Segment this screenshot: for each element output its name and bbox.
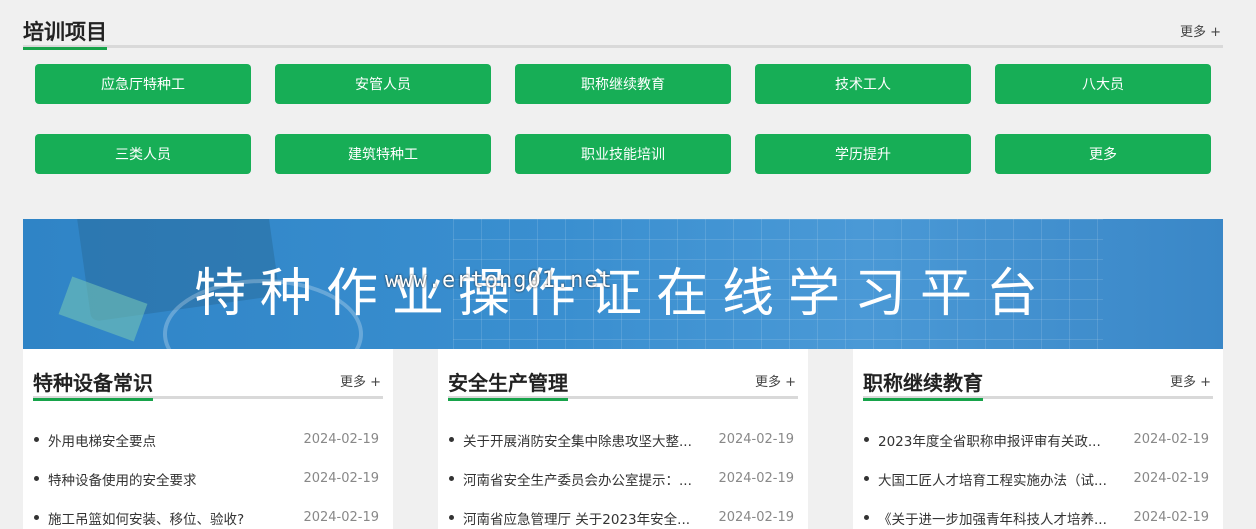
news-item[interactable]: 《关于进一步加强青年科技人才培养... 2024-02-19 bbox=[863, 498, 1209, 529]
card-title: 职称继续教育 bbox=[863, 367, 983, 401]
news-card-safety: 安全生产管理 更多 + 关于开展消防安全集中除患攻坚大整... 2024-02-1… bbox=[438, 349, 808, 529]
news-item-title: 《关于进一步加强青年科技人才培养... bbox=[878, 511, 1107, 528]
bullet-icon bbox=[864, 476, 869, 481]
training-button[interactable]: 八大员 bbox=[995, 64, 1211, 104]
news-item-title: 河南省应急管理厅 关于2023年安全... bbox=[463, 511, 691, 528]
news-item-date: 2024-02-19 bbox=[1133, 471, 1209, 486]
news-item-date: 2024-02-19 bbox=[303, 471, 379, 486]
news-item-date: 2024-02-19 bbox=[1133, 510, 1209, 525]
news-item-title: 大国工匠人才培育工程实施办法（试... bbox=[878, 472, 1107, 489]
training-section-title: 培训项目 bbox=[23, 16, 107, 50]
bullet-icon bbox=[34, 476, 39, 481]
bullet-icon bbox=[34, 437, 39, 442]
news-item-title: 河南省安全生产委员会办公室提示：... bbox=[463, 472, 692, 489]
card-title: 特种设备常识 bbox=[33, 367, 153, 401]
training-button[interactable]: 职业技能培训 bbox=[515, 134, 731, 174]
news-list: 关于开展消防安全集中除患攻坚大整... 2024-02-19 河南省安全生产委员会… bbox=[448, 420, 794, 529]
news-item-date: 2024-02-19 bbox=[1133, 432, 1209, 447]
training-more-button[interactable]: 更多 bbox=[995, 134, 1211, 174]
training-button[interactable]: 安管人员 bbox=[275, 64, 491, 104]
news-item[interactable]: 外用电梯安全要点 2024-02-19 bbox=[33, 420, 379, 459]
news-item-date: 2024-02-19 bbox=[718, 432, 794, 447]
news-item-title: 关于开展消防安全集中除患攻坚大整... bbox=[463, 433, 692, 450]
training-more-link[interactable]: 更多 + bbox=[1180, 21, 1221, 40]
card-title: 安全生产管理 bbox=[448, 367, 568, 401]
bullet-icon bbox=[449, 515, 454, 520]
news-list: 外用电梯安全要点 2024-02-19 特种设备使用的安全要求 2024-02-19… bbox=[33, 420, 379, 529]
news-item-title: 2023年度全省职称申报评审有关政... bbox=[878, 433, 1101, 450]
news-item[interactable]: 河南省安全生产委员会办公室提示：... 2024-02-19 bbox=[448, 459, 794, 498]
bullet-icon bbox=[449, 476, 454, 481]
news-list: 2023年度全省职称申报评审有关政... 2024-02-19 大国工匠人才培育工… bbox=[863, 420, 1209, 529]
training-button-grid: 应急厅特种工 安管人员 职称继续教育 技术工人 八大员 三类人员 建筑特种工 职… bbox=[35, 64, 1211, 174]
banner-title: 特种作业操作证在线学习平台 bbox=[193, 264, 1052, 324]
card-header: 安全生产管理 更多 + bbox=[448, 365, 798, 401]
news-item-title: 施工吊篮如何安装、移位、验收? bbox=[48, 511, 245, 528]
bullet-icon bbox=[864, 437, 869, 442]
training-button[interactable]: 应急厅特种工 bbox=[35, 64, 251, 104]
training-button[interactable]: 学历提升 bbox=[755, 134, 971, 174]
news-card-professional: 职称继续教育 更多 + 2023年度全省职称申报评审有关政... 2024-02-… bbox=[853, 349, 1223, 529]
card-more-link[interactable]: 更多 + bbox=[755, 371, 796, 390]
news-item[interactable]: 河南省应急管理厅 关于2023年安全... 2024-02-19 bbox=[448, 498, 794, 529]
training-button[interactable]: 职称继续教育 bbox=[515, 64, 731, 104]
news-item[interactable]: 特种设备使用的安全要求 2024-02-19 bbox=[33, 459, 379, 498]
card-more-link[interactable]: 更多 + bbox=[1170, 371, 1211, 390]
news-item[interactable]: 大国工匠人才培育工程实施办法（试... 2024-02-19 bbox=[863, 459, 1209, 498]
training-button[interactable]: 建筑特种工 bbox=[275, 134, 491, 174]
training-button[interactable]: 技术工人 bbox=[755, 64, 971, 104]
bullet-icon bbox=[34, 515, 39, 520]
card-more-link[interactable]: 更多 + bbox=[340, 371, 381, 390]
bullet-icon bbox=[449, 437, 454, 442]
news-item-title: 外用电梯安全要点 bbox=[48, 433, 156, 450]
training-button[interactable]: 三类人员 bbox=[35, 134, 251, 174]
card-header: 职称继续教育 更多 + bbox=[863, 365, 1213, 401]
news-item-date: 2024-02-19 bbox=[718, 471, 794, 486]
platform-banner[interactable]: 特种作业操作证在线学习平台 bbox=[23, 219, 1223, 349]
news-card-equipment: 特种设备常识 更多 + 外用电梯安全要点 2024-02-19 特种设备使用的安全… bbox=[23, 349, 393, 529]
news-item-title: 特种设备使用的安全要求 bbox=[48, 472, 197, 489]
news-item-date: 2024-02-19 bbox=[303, 432, 379, 447]
news-item[interactable]: 关于开展消防安全集中除患攻坚大整... 2024-02-19 bbox=[448, 420, 794, 459]
card-header: 特种设备常识 更多 + bbox=[33, 365, 383, 401]
news-item[interactable]: 施工吊篮如何安装、移位、验收? 2024-02-19 bbox=[33, 498, 379, 529]
watermark-text: www.ertong01.net bbox=[385, 268, 613, 293]
news-item-date: 2024-02-19 bbox=[718, 510, 794, 525]
training-section-header: 培训项目 更多 + bbox=[23, 14, 1223, 50]
news-item[interactable]: 2023年度全省职称申报评审有关政... 2024-02-19 bbox=[863, 420, 1209, 459]
bullet-icon bbox=[864, 515, 869, 520]
news-item-date: 2024-02-19 bbox=[303, 510, 379, 525]
